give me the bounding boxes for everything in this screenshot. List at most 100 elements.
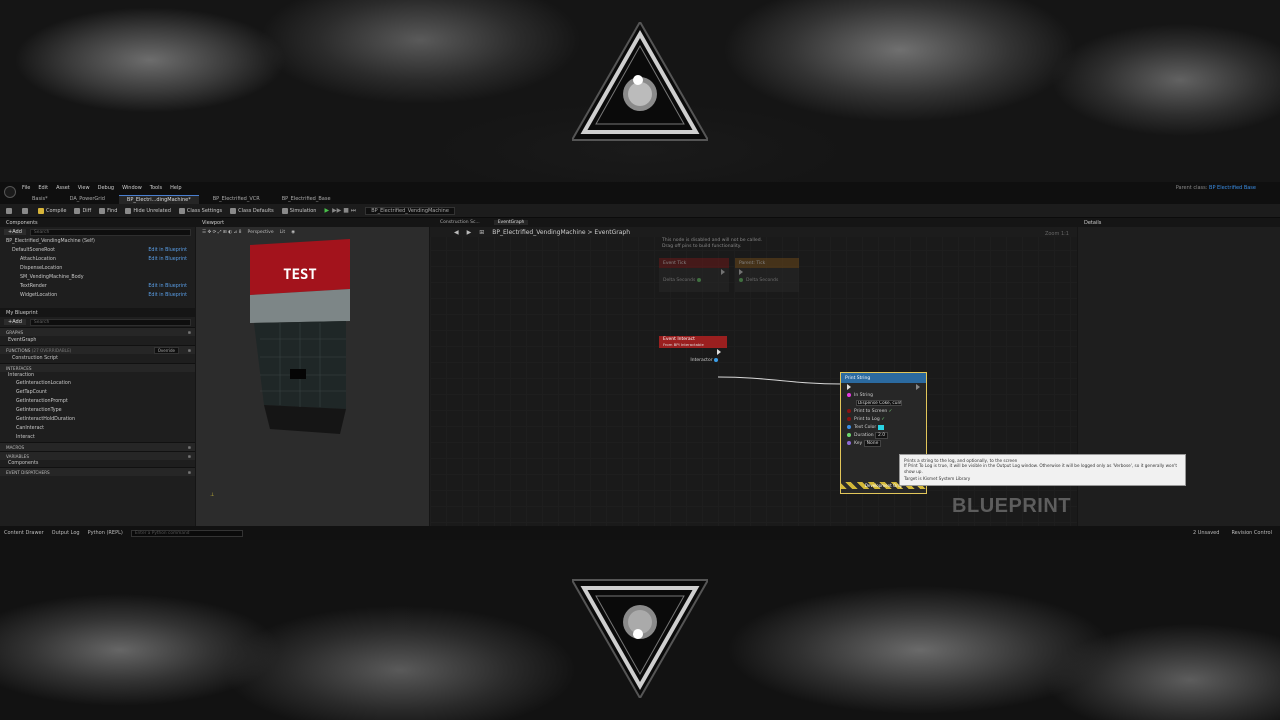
interactor-pin[interactable]: Interactor	[659, 356, 727, 364]
exec-out-pin[interactable]	[659, 348, 727, 356]
revision-control-button[interactable]: Revision Control	[1231, 530, 1272, 536]
viewport-options-icon[interactable]: ☰ ✥ ⟳ ⤢ ⊞ ◐ ⊿ 8	[202, 229, 242, 235]
save-icon[interactable]	[6, 207, 14, 214]
simulation-button[interactable]: Simulation	[281, 207, 316, 214]
tree-item[interactable]: SM_VendingMachine_Body	[0, 273, 195, 282]
tree-item-self[interactable]: BP_Electrified_VendingMachine (Self)	[0, 237, 195, 246]
interface-item[interactable]: GetInteractionType	[0, 406, 195, 415]
menu-window[interactable]: Window	[122, 185, 142, 191]
command-input[interactable]: Enter a Python command	[130, 529, 243, 537]
class-defaults-button[interactable]: Class Defaults	[230, 207, 274, 214]
exec-out-pin[interactable]	[916, 384, 920, 390]
details-header[interactable]: Details	[1078, 218, 1280, 227]
text-color-swatch[interactable]	[877, 424, 884, 430]
step-icon[interactable]: ▶▶ ■ ⏭	[332, 207, 356, 215]
menu-tools[interactable]: Tools	[150, 185, 162, 191]
tree-item[interactable]: DefaultSceneRoot Edit in Blueprint	[0, 246, 195, 255]
debug-object-dropdown[interactable]: BP_Electrified_VendingMachine	[365, 206, 455, 215]
interface-item[interactable]: GetInteractionLocation	[0, 379, 195, 388]
in-string-input[interactable]	[856, 400, 902, 406]
diff-button[interactable]: Diff	[74, 207, 91, 214]
tab-basis[interactable]: Basis*	[24, 195, 56, 203]
tab-construction-script[interactable]: Construction Sc...	[436, 220, 484, 225]
add-function-icon[interactable]: ⊕	[187, 348, 191, 353]
vending-machine-mesh[interactable]: TEST	[250, 239, 350, 439]
menu-edit[interactable]: Edit	[38, 185, 48, 191]
override-dropdown[interactable]: Override	[153, 346, 179, 354]
machine-text: TEST	[283, 267, 317, 283]
unreal-logo-icon[interactable]	[4, 186, 16, 198]
class-settings-button[interactable]: Class Settings	[178, 207, 222, 214]
tree-item[interactable]: AttachLocation Edit in Blueprint	[0, 255, 195, 264]
add-variable-icon[interactable]: ⊕	[187, 454, 191, 459]
edit-in-blueprint-link[interactable]: Edit in Blueprint	[148, 284, 187, 289]
interface-item[interactable]: GetInteractHoldDuration	[0, 415, 195, 424]
tab-base[interactable]: BP_Electrified_Base	[274, 195, 339, 203]
tab-vcr[interactable]: BP_Electrified_VCR	[205, 195, 268, 203]
event-interact-node[interactable]: Event Interact From BPI Interactable Int…	[659, 336, 727, 372]
event-tick-node[interactable]: Event Tick Delta Seconds	[659, 258, 729, 292]
interface-item[interactable]: GetTapCount	[0, 388, 195, 397]
duration-input[interactable]: 2.0	[874, 431, 889, 439]
edit-in-blueprint-link[interactable]: Edit in Blueprint	[148, 293, 187, 298]
tab-vending-machine[interactable]: BP_Electri...dingMachine*	[118, 194, 199, 204]
tree-item[interactable]: TextRender Edit in Blueprint	[0, 282, 195, 291]
tab-da-powergrid[interactable]: DA_PowerGrid	[62, 195, 113, 203]
viewport-tab[interactable]: Viewport	[196, 218, 429, 227]
triangle-emblem-bottom	[572, 579, 708, 698]
add-dispatcher-icon[interactable]: ⊕	[187, 470, 191, 475]
viewport-panel[interactable]: Viewport ☰ ✥ ⟳ ⤢ ⊞ ◐ ⊿ 8 Perspective Lit…	[196, 218, 429, 526]
parent-tick-node[interactable]: Parent: Tick Delta Seconds	[735, 258, 799, 292]
components-search-input[interactable]: Search	[29, 228, 191, 236]
components-variable-group[interactable]: Components	[0, 460, 195, 467]
graphs-section[interactable]: GRAPHS ⊕	[0, 327, 195, 336]
back-arrow-icon[interactable]: ◀	[454, 229, 459, 236]
hide-unrelated-button[interactable]: Hide Unrelated	[125, 207, 171, 214]
forward-arrow-icon[interactable]: ▶	[467, 229, 472, 236]
menu-asset[interactable]: Asset	[56, 185, 70, 191]
find-button[interactable]: Find	[99, 207, 117, 214]
browse-icon[interactable]	[22, 207, 30, 214]
menu-file[interactable]: File	[22, 185, 30, 191]
add-macro-icon[interactable]: ⊕	[187, 445, 191, 450]
perspective-dropdown[interactable]: Perspective	[248, 230, 274, 235]
add-graph-icon[interactable]: ⊕	[187, 330, 191, 335]
tree-item[interactable]: DispenseLocation	[0, 264, 195, 273]
show-dropdown-icon[interactable]: ◉	[291, 230, 295, 235]
event-dispatchers-section[interactable]: EVENT DISPATCHERS ⊕	[0, 467, 195, 476]
my-blueprint-search-input[interactable]: Search	[29, 318, 191, 326]
parent-class-link[interactable]: BP Electrified Base	[1209, 185, 1256, 191]
blueprint-watermark: BLUEPRINT	[952, 495, 1071, 517]
python-repl-dropdown[interactable]: Python (REPL)	[88, 530, 123, 536]
menu-debug[interactable]: Debug	[98, 185, 114, 191]
print-to-screen-checkbox[interactable]: ✓	[889, 409, 893, 414]
add-member-button[interactable]: +Add	[4, 319, 26, 325]
interfaces-section[interactable]: INTERFACES	[0, 363, 195, 372]
key-input[interactable]: None	[863, 439, 882, 447]
tree-item[interactable]: WidgetLocation Edit in Blueprint	[0, 291, 195, 300]
construction-script-item[interactable]: Construction Script	[0, 354, 195, 363]
macros-section[interactable]: MACROS ⊕	[0, 442, 195, 451]
functions-section[interactable]: FUNCTIONS (27 OVERRIDABLE) Override ⊕	[0, 345, 195, 354]
menu-help[interactable]: Help	[170, 185, 181, 191]
interface-item[interactable]: Interact	[0, 433, 195, 442]
print-to-log-checkbox[interactable]: ✓	[881, 417, 885, 422]
lit-dropdown[interactable]: Lit	[280, 230, 286, 235]
variables-section[interactable]: VARIABLES ⊕	[0, 451, 195, 460]
tab-event-graph[interactable]: EventGraph	[493, 220, 529, 225]
output-log-button[interactable]: Output Log	[52, 530, 80, 536]
interface-item[interactable]: GetInteractionPrompt	[0, 397, 195, 406]
unsaved-indicator[interactable]: 2 Unsaved	[1193, 530, 1219, 536]
add-component-button[interactable]: +Add	[4, 229, 26, 235]
edit-in-blueprint-link[interactable]: Edit in Blueprint	[148, 257, 187, 262]
content-drawer-button[interactable]: Content Drawer	[4, 530, 44, 536]
menu-view[interactable]: View	[78, 185, 90, 191]
play-icon[interactable]: ▶	[324, 207, 329, 214]
component-tree: BP_Electrified_VendingMachine (Self) Def…	[0, 237, 195, 300]
compile-button[interactable]: Compile	[38, 207, 66, 214]
edit-in-blueprint-link[interactable]: Edit in Blueprint	[148, 248, 187, 253]
interface-item[interactable]: CanInteract	[0, 424, 195, 433]
event-graph-item[interactable]: EventGraph	[0, 336, 195, 345]
exec-in-pin[interactable]	[847, 384, 851, 390]
interaction-group[interactable]: Interaction	[0, 372, 195, 379]
